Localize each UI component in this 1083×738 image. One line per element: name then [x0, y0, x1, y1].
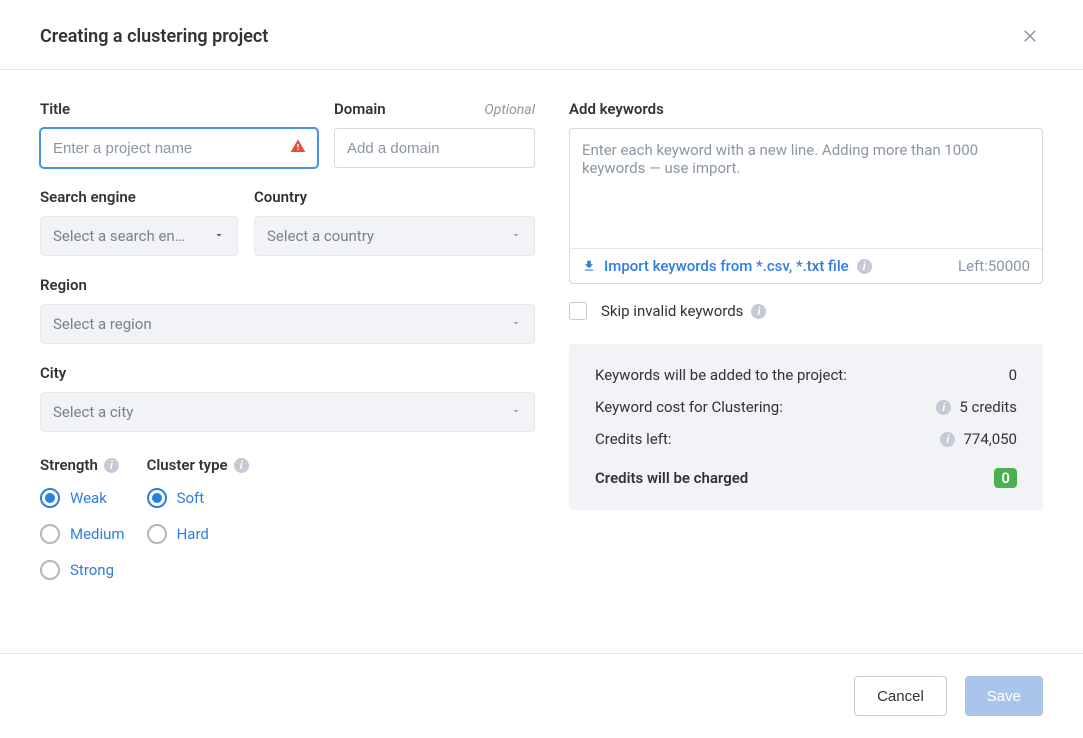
cluster-type-radio-group: Cluster type i Soft Hard — [147, 456, 249, 596]
title-label: Title — [40, 100, 70, 118]
search-engine-label: Search engine — [40, 188, 136, 206]
domain-label: Domain — [334, 100, 386, 118]
chevron-down-icon — [213, 227, 225, 245]
download-icon — [582, 259, 596, 273]
cancel-button[interactable]: Cancel — [854, 676, 947, 716]
charge-badge: 0 — [994, 468, 1017, 488]
keywords-textarea[interactable] — [569, 128, 1043, 248]
chevron-down-icon — [510, 315, 522, 333]
strength-radio-group: Strength i Weak Medium Strong — [40, 456, 125, 596]
summary-row: Keyword cost for Clustering: i5 credits — [595, 398, 1017, 416]
cluster-type-option-soft[interactable]: Soft — [147, 488, 249, 508]
strength-option-weak[interactable]: Weak — [40, 488, 125, 508]
info-icon[interactable]: i — [234, 458, 249, 473]
city-label: City — [40, 364, 66, 382]
import-keywords-link[interactable]: Import keywords from *.csv, *.txt file i — [582, 257, 872, 275]
region-select[interactable]: Select a region — [40, 304, 535, 344]
skip-invalid-label: Skip invalid keywords i — [601, 302, 766, 320]
summary-row: Credits left: i774,050 — [595, 430, 1017, 448]
summary-charge-row: Credits will be charged 0 — [595, 468, 1017, 488]
credits-summary: Keywords will be added to the project: 0… — [569, 344, 1043, 510]
country-label: Country — [254, 188, 307, 206]
create-clustering-modal: Creating a clustering project Title — [0, 0, 1083, 738]
chevron-down-icon — [510, 403, 522, 421]
modal-footer: Cancel Save — [0, 653, 1083, 738]
warning-icon — [290, 138, 306, 158]
modal-header: Creating a clustering project — [0, 0, 1083, 70]
info-icon[interactable]: i — [857, 259, 872, 274]
chevron-down-icon — [510, 227, 522, 245]
search-engine-select[interactable]: Select a search en… — [40, 216, 238, 256]
save-button[interactable]: Save — [965, 676, 1043, 716]
domain-optional: Optional — [484, 102, 535, 118]
region-label: Region — [40, 276, 87, 294]
strength-label: Strength i — [40, 456, 125, 474]
summary-row: Keywords will be added to the project: 0 — [595, 366, 1017, 384]
skip-invalid-checkbox[interactable] — [569, 302, 587, 320]
modal-title: Creating a clustering project — [40, 26, 268, 47]
keywords-footer: Import keywords from *.csv, *.txt file i… — [569, 248, 1043, 284]
close-button[interactable] — [1017, 22, 1043, 51]
cluster-type-option-hard[interactable]: Hard — [147, 524, 249, 544]
title-input[interactable] — [40, 128, 318, 168]
close-icon — [1021, 26, 1039, 44]
cluster-type-label: Cluster type i — [147, 456, 249, 474]
info-icon[interactable]: i — [940, 432, 955, 447]
city-select[interactable]: Select a city — [40, 392, 535, 432]
strength-option-strong[interactable]: Strong — [40, 560, 125, 580]
info-icon[interactable]: i — [104, 458, 119, 473]
keywords-label: Add keywords — [569, 100, 664, 118]
strength-option-medium[interactable]: Medium — [40, 524, 125, 544]
keywords-left: Left:50000 — [958, 257, 1030, 275]
info-icon[interactable]: i — [751, 304, 766, 319]
country-select[interactable]: Select a country — [254, 216, 535, 256]
title-input-wrap — [40, 128, 318, 168]
info-icon[interactable]: i — [936, 400, 951, 415]
domain-input[interactable] — [334, 128, 535, 168]
